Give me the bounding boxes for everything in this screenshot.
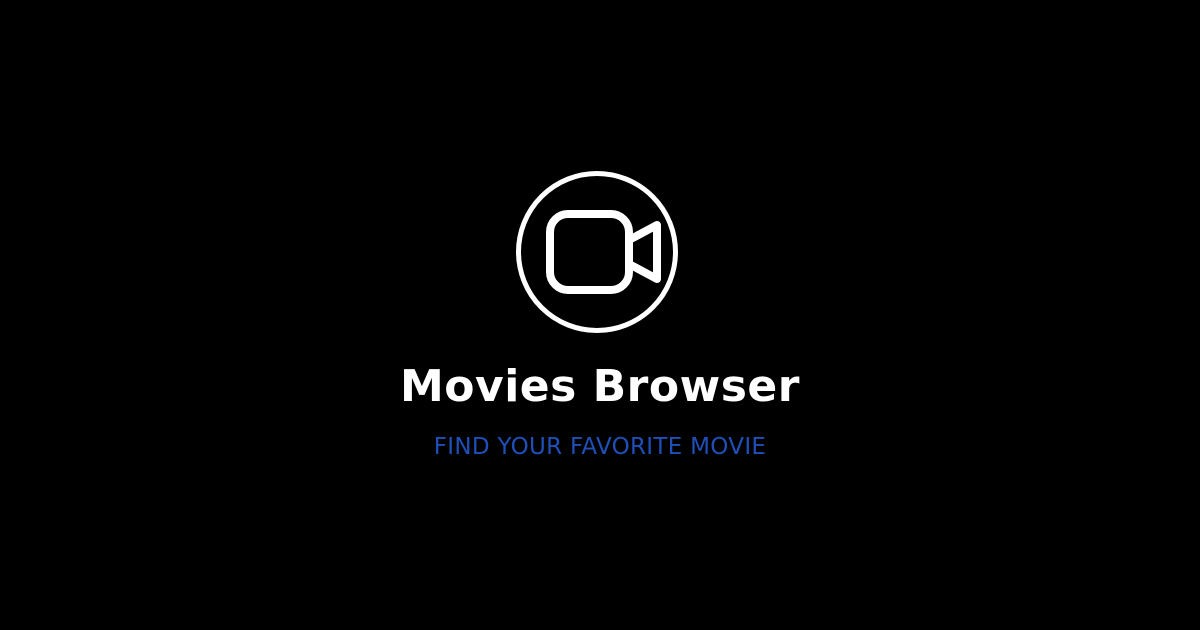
app-tagline: FIND YOUR FAVORITE MOVIE bbox=[433, 434, 767, 460]
hero-banner: Movies Browser FIND YOUR FAVORITE MOVIE bbox=[0, 0, 1200, 630]
logo bbox=[516, 171, 678, 333]
app-title: Movies Browser bbox=[400, 361, 800, 412]
video-camera-icon bbox=[546, 210, 661, 294]
